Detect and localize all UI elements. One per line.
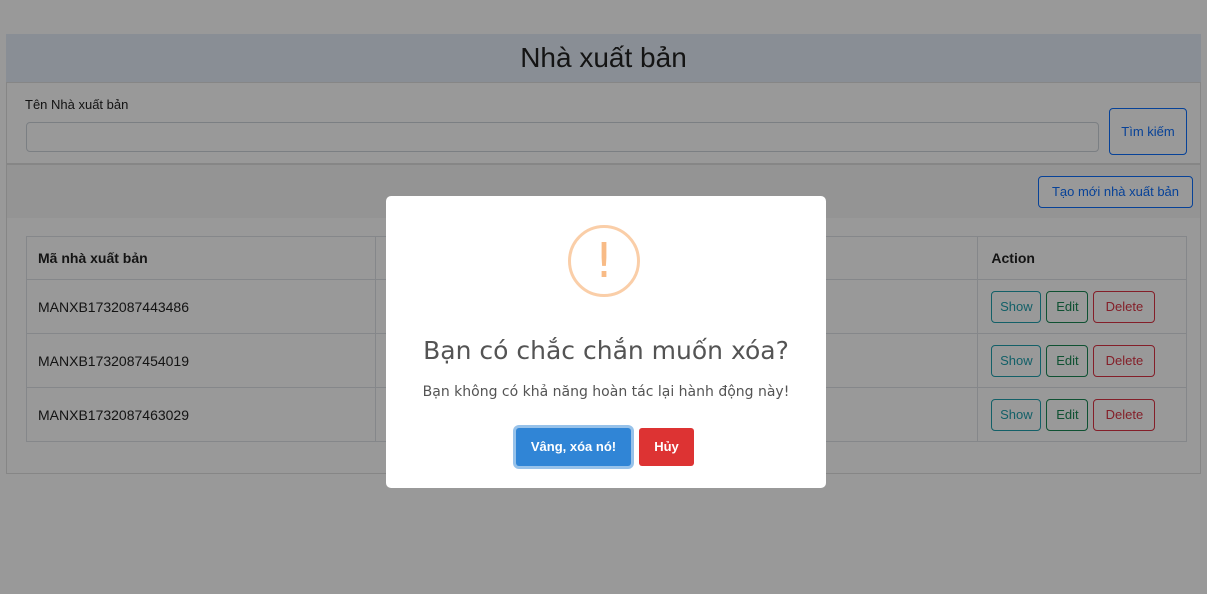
confirm-delete-dialog: ! Bạn có chắc chắn muốn xóa? Bạn không c… xyxy=(386,196,826,488)
cancel-button[interactable]: Hủy xyxy=(639,428,694,466)
dialog-message: Bạn không có khả năng hoàn tác lại hành … xyxy=(422,384,790,400)
dialog-title: Bạn có chắc chắn muốn xóa? xyxy=(423,336,789,365)
warning-icon: ! xyxy=(568,225,640,297)
confirm-delete-button[interactable]: Vâng, xóa nó! xyxy=(516,428,631,466)
modal-backdrop[interactable]: ! Bạn có chắc chắn muốn xóa? Bạn không c… xyxy=(0,0,1207,594)
